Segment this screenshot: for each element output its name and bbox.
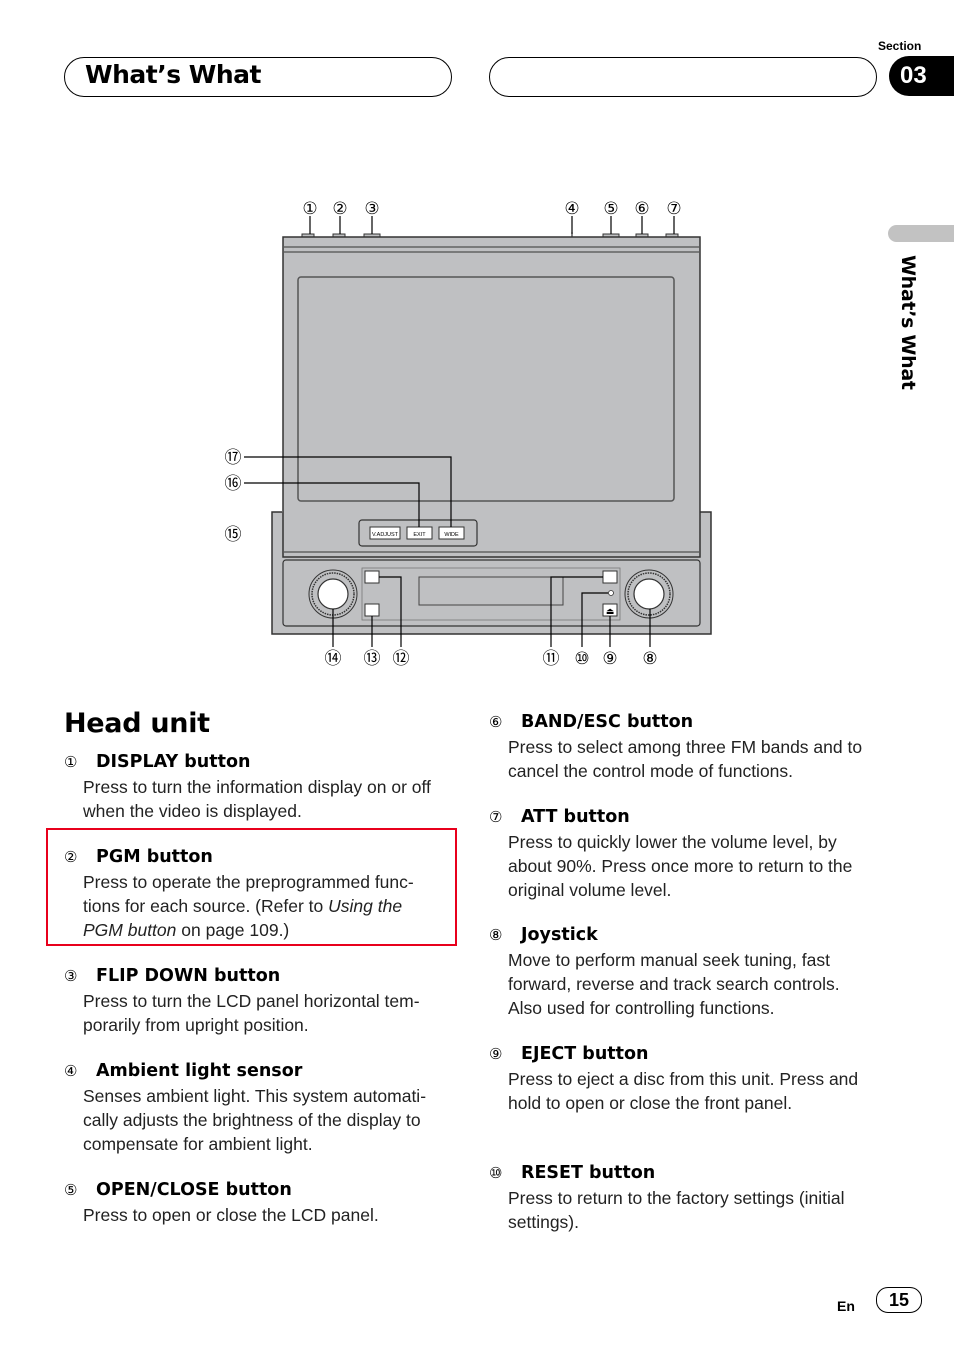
item-description: Press to quickly lower the volume level,… [508, 832, 853, 900]
item-description: Press to open or close the LCD panel. [83, 1205, 379, 1225]
item-display-button: ① DISPLAY button Press to turn the inform… [64, 750, 444, 823]
item-description: Press to turn the information display on… [83, 777, 431, 821]
item-open-close-button: ⑤ OPEN/CLOSE button Press to open or clos… [64, 1178, 444, 1227]
item-flip-down-button: ③ FLIP DOWN button Press to turn the LCD … [64, 964, 444, 1037]
callout-2: ② [332, 199, 347, 218]
item-number: ⑧ [489, 927, 503, 944]
item-reset-button: ⑩ RESET button Press to return to the fac… [489, 1161, 869, 1234]
callout-5: ⑤ [603, 199, 618, 218]
panel-button-12 [364, 570, 380, 584]
callout-3: ③ [364, 199, 379, 218]
item-description: Senses ambient light. This system automa… [83, 1086, 427, 1154]
item-number: ① [64, 754, 78, 771]
item-eject-button: ⑨ EJECT button Press to eject a disc from… [489, 1042, 869, 1115]
item-joystick: ⑧ Joystick Move to perform manual seek tu… [489, 923, 869, 1020]
item-number: ④ [64, 1063, 78, 1080]
callout-10: ⑩ [574, 649, 589, 668]
item-title: PGM button [96, 847, 213, 867]
item-number: ② [64, 849, 78, 866]
callout-8: ⑧ [642, 649, 657, 668]
language-label: En [837, 1298, 855, 1314]
item-title: OPEN/CLOSE button [96, 1180, 292, 1200]
item-title: ATT button [521, 807, 630, 827]
item-ambient-light-sensor: ④ Ambient light sensor Senses ambient lig… [64, 1059, 444, 1156]
item-title: EJECT button [521, 1044, 649, 1064]
heading-head-unit: Head unit [64, 708, 210, 739]
item-att-button: ⑦ ATT button Press to quickly lower the v… [489, 805, 869, 902]
callout-17: ⑰ [225, 448, 242, 467]
wide-label: WIDE [444, 532, 459, 538]
reset-button [608, 590, 614, 596]
item-title: BAND/ESC button [521, 712, 694, 732]
item-title: RESET button [521, 1163, 656, 1183]
callout-9: ⑨ [602, 649, 617, 668]
callout-4: ④ [564, 199, 579, 218]
head-unit-diagram: V.ADJUST EXIT WIDE ⏏ ① ② ③ ④ ⑤ ⑥ ⑦ ⑰ ⑯ ⑮… [225, 199, 712, 668]
joystick [624, 569, 674, 619]
item-title: Joystick [521, 925, 598, 945]
v-adjust-label: V.ADJUST [372, 532, 399, 538]
item-description: Move to perform manual seek tuning, fast… [508, 950, 840, 1018]
callout-13: ⑬ [364, 649, 381, 668]
item-description: Press to turn the LCD panel horizontal t… [83, 991, 420, 1035]
callout-15: ⑮ [225, 525, 242, 544]
item-number: ⑩ [489, 1165, 503, 1182]
item-description: Press to eject a disc from this unit. Pr… [508, 1069, 859, 1113]
item-title: FLIP DOWN button [96, 966, 281, 986]
item-number: ⑥ [489, 714, 503, 731]
exit-label: EXIT [413, 532, 426, 538]
item-pgm-button: ② PGM button Press to operate the preprog… [64, 845, 444, 942]
item-title: Ambient light sensor [96, 1061, 303, 1081]
callout-6: ⑥ [634, 199, 649, 218]
item-number: ⑦ [489, 809, 503, 826]
page-number: 15 [876, 1287, 922, 1313]
item-description: Press to operate the preprogrammed func-… [83, 872, 414, 940]
eject-icon: ⏏ [606, 607, 615, 617]
item-band-esc-button: ⑥ BAND/ESC button Press to select among t… [489, 710, 869, 783]
item-description: Press to return to the factory settings … [508, 1188, 845, 1232]
item-title: DISPLAY button [96, 752, 251, 772]
lcd-screen [297, 276, 675, 502]
callout-14: ⑭ [325, 649, 342, 668]
item-number: ⑨ [489, 1046, 503, 1063]
callout-7: ⑦ [666, 199, 681, 218]
item-description: Press to select among three FM bands and… [508, 737, 863, 781]
callout-1: ① [302, 199, 317, 218]
item-number: ⑤ [64, 1182, 78, 1199]
callout-16: ⑯ [225, 474, 242, 493]
item-number: ③ [64, 968, 78, 985]
panel-button-13 [364, 603, 380, 617]
panel-button-11 [602, 570, 618, 584]
callout-12: ⑫ [393, 649, 410, 668]
callout-11: ⑪ [543, 649, 560, 668]
